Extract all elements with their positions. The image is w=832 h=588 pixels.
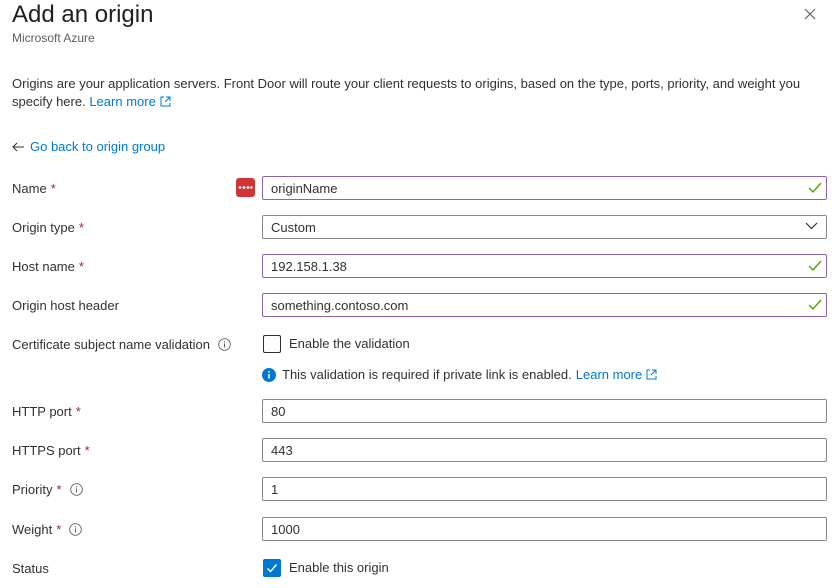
valid-check-icon: [808, 182, 822, 194]
priority-input[interactable]: 1: [262, 477, 827, 501]
required-marker: *: [56, 521, 62, 537]
host-name-label: Host name *: [12, 258, 84, 274]
weight-input[interactable]: 1000: [262, 517, 827, 541]
weight-label: Weight *: [12, 519, 83, 539]
origin-host-header-label: Origin host header: [12, 297, 119, 313]
origin-type-select[interactable]: Custom: [262, 215, 827, 239]
http-port-input[interactable]: 80: [262, 399, 827, 423]
required-marker: *: [78, 219, 84, 235]
page-subtitle: Microsoft Azure: [12, 31, 95, 45]
external-link-icon: [646, 369, 657, 380]
cert-validation-label: Certificate subject name validation: [12, 334, 231, 354]
required-marker: *: [56, 481, 62, 497]
info-icon[interactable]: [218, 337, 231, 351]
checkmark-icon: [266, 564, 278, 573]
enable-origin-checkbox[interactable]: [263, 559, 281, 577]
required-marker: *: [50, 180, 56, 196]
validation-learn-more-link[interactable]: Learn more: [576, 367, 663, 382]
valid-check-icon: [808, 299, 822, 311]
page-title: Add an origin: [12, 1, 154, 28]
origin-type-label: Origin type *: [12, 219, 84, 235]
info-filled-icon: [262, 367, 276, 382]
enable-validation-label: Enable the validation: [289, 336, 410, 351]
enable-validation-checkbox[interactable]: [263, 335, 281, 353]
valid-check-icon: [808, 260, 822, 272]
go-back-link[interactable]: Go back to origin group: [12, 139, 165, 154]
required-marker: *: [78, 258, 84, 274]
name-input[interactable]: originName: [262, 176, 827, 200]
enable-origin-label: Enable this origin: [289, 560, 389, 575]
arrow-left-icon: [12, 142, 24, 151]
info-icon[interactable]: [69, 482, 83, 496]
close-button[interactable]: [802, 6, 818, 22]
host-name-input[interactable]: 192.158.1.38: [262, 254, 827, 278]
password-generator-icon[interactable]: [236, 178, 255, 197]
description: Origins are your application servers. Fr…: [12, 75, 817, 111]
priority-label: Priority *: [12, 479, 83, 499]
https-port-input[interactable]: 443: [262, 438, 827, 462]
status-label: Status: [12, 560, 49, 576]
https-port-label: HTTPS port *: [12, 442, 90, 458]
validation-info-note: This validation is required if private l…: [262, 367, 663, 382]
learn-more-link[interactable]: Learn more: [89, 94, 171, 109]
http-port-label: HTTP port *: [12, 403, 81, 419]
external-link-icon: [160, 96, 171, 107]
required-marker: *: [75, 403, 81, 419]
required-marker: *: [84, 442, 90, 458]
origin-host-header-input[interactable]: something.contoso.com: [262, 293, 827, 317]
chevron-down-icon: [805, 222, 818, 230]
name-label: Name *: [12, 180, 56, 196]
close-icon: [804, 8, 816, 20]
info-icon[interactable]: [69, 522, 83, 536]
